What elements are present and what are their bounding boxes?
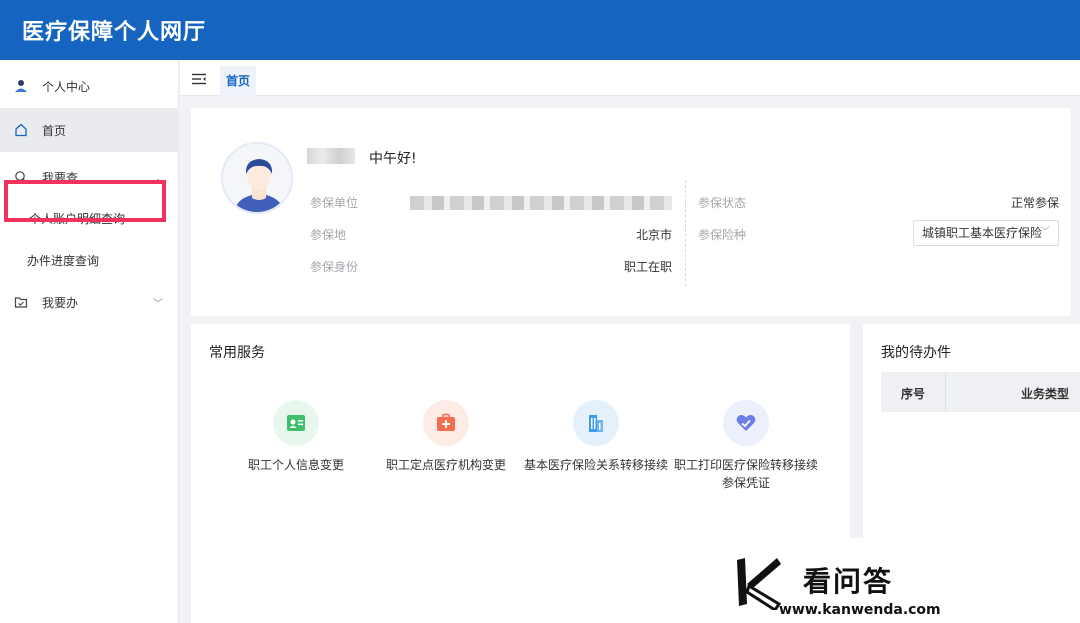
building-icon <box>573 400 619 446</box>
insured-unit-blurred <box>410 196 672 210</box>
user-icon <box>13 78 29 94</box>
id-card-icon <box>273 400 319 446</box>
insured-location-value: 北京市 <box>635 228 672 242</box>
insured-identity-value: 职工在职 <box>623 260 672 274</box>
service-item-insurance-transfer[interactable]: 基本医疗保险关系转移接续 <box>521 400 671 474</box>
insurance-type-select[interactable]: 城镇职工基本医疗保险 ﹀ <box>913 220 1059 246</box>
service-label: 职工定点医疗机构变更 <box>385 458 506 472</box>
top-bar: 医疗保障个人网厅 <box>0 0 1080 60</box>
tab-bar: 首页 <box>180 60 1080 96</box>
sidebar-item-user-center[interactable]: 个人中心 <box>0 68 179 104</box>
service-label: 职工个人信息变更 <box>247 458 344 472</box>
heart-plus-icon <box>723 400 769 446</box>
service-label: 职工打印医疗保险转移接续参保凭证 <box>673 458 818 490</box>
column-header-index: 序号 <box>901 387 926 401</box>
watermark: 看问答 www.kanwenda.com <box>713 538 953 623</box>
column-divider <box>945 372 946 412</box>
sidebar: 个人中心 首页 我要查 ︿ 个人账户明细查询 办件进度查询 我要办 ﹀ <box>0 60 179 623</box>
tab-home[interactable]: 首页 <box>220 66 257 96</box>
home-icon <box>13 122 29 138</box>
menu-collapse-icon[interactable] <box>192 71 206 85</box>
medical-kit-icon <box>423 400 469 446</box>
todo-table-header: 序号 业务类型 <box>881 372 1080 412</box>
service-item-print-certificate[interactable]: 职工打印医疗保险转移接续参保凭证 <box>671 400 821 492</box>
service-item-designated-institution[interactable]: 职工定点医疗机构变更 <box>371 400 521 474</box>
column-header-business-type: 业务类型 <box>1021 387 1070 401</box>
chevron-down-icon: ﹀ <box>153 298 163 310</box>
service-item-personal-info[interactable]: 职工个人信息变更 <box>221 400 371 474</box>
service-label: 基本医疗保险关系转移接续 <box>523 458 668 472</box>
profile-card: 中午好! 参保单位 参保地 北京市 参保身份 职工在职 参保状态 正常参保 参保… <box>191 108 1071 316</box>
insurance-type-selected: 城镇职工基本医疗保险 <box>922 226 1043 240</box>
avatar <box>221 142 293 214</box>
insured-status-label: 参保状态 <box>698 196 747 210</box>
insured-unit-label: 参保单位 <box>310 196 359 210</box>
services-title: 常用服务 <box>209 345 265 361</box>
insured-location-label: 参保地 <box>310 228 347 242</box>
folder-icon <box>13 294 29 310</box>
sidebar-item-do[interactable]: 我要办 ﹀ <box>0 282 179 322</box>
sidebar-item-label: 首页 <box>42 123 67 138</box>
sidebar-item-label: 个人中心 <box>42 79 91 94</box>
insured-status-value: 正常参保 <box>1010 196 1059 210</box>
watermark-text: 看问答 <box>803 565 894 598</box>
chevron-down-icon: ﹀ <box>1040 227 1050 238</box>
user-name-blurred <box>307 148 355 164</box>
sidebar-item-home[interactable]: 首页 <box>0 108 179 152</box>
app-title: 医疗保障个人网厅 <box>22 20 207 45</box>
sidebar-subitem-progress-query[interactable]: 办件进度查询 <box>0 240 179 280</box>
sidebar-item-label: 我要办 <box>42 295 79 310</box>
divider <box>685 180 686 286</box>
insurance-type-label: 参保险种 <box>698 228 747 242</box>
todo-title: 我的待办件 <box>881 345 951 361</box>
watermark-url: www.kanwenda.com <box>779 602 941 618</box>
insured-identity-label: 参保身份 <box>310 260 359 274</box>
greeting: 中午好! <box>369 151 417 167</box>
highlight-box <box>4 180 166 222</box>
